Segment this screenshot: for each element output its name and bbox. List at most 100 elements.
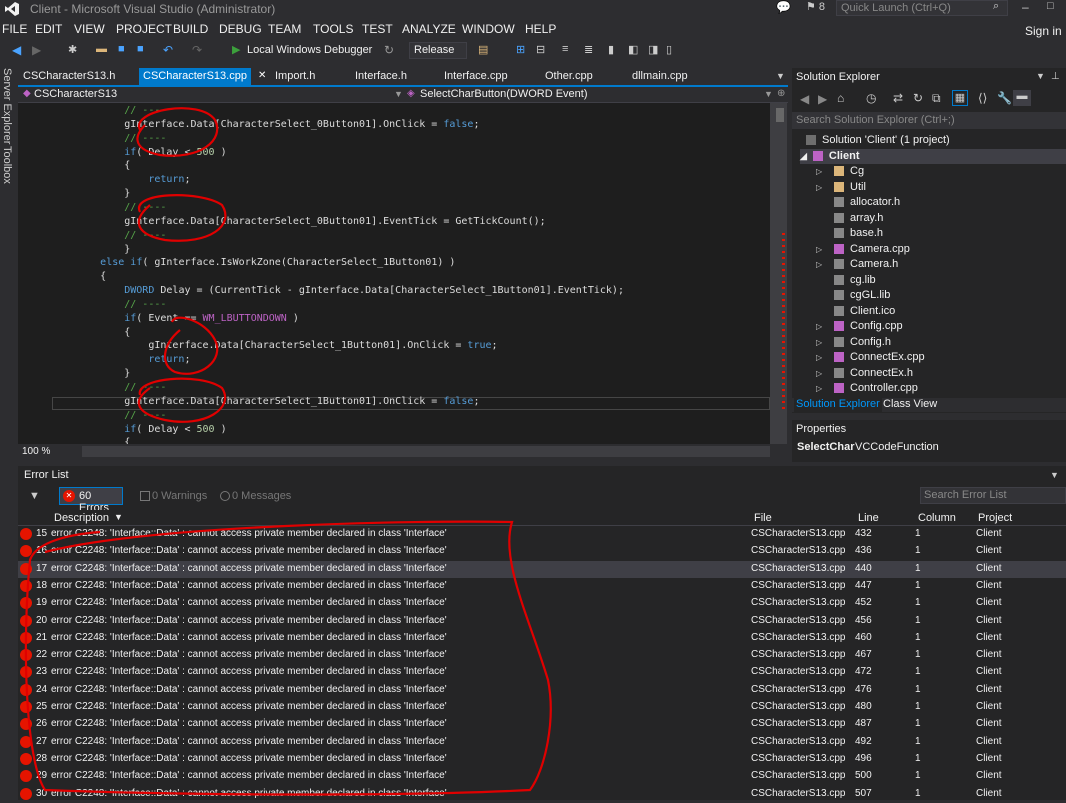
se-item[interactable]: array.h xyxy=(816,211,883,226)
split-icon[interactable]: ⊕ xyxy=(777,88,785,99)
open-folder-icon[interactable]: ▬ xyxy=(96,43,110,57)
project-node[interactable]: ◢ Client xyxy=(800,149,1066,164)
find-in-files-icon[interactable]: ▤ xyxy=(478,43,492,57)
menu-help[interactable]: HELP xyxy=(525,22,556,36)
minimize-icon[interactable]: – xyxy=(1022,0,1029,14)
menu-window[interactable]: WINDOW xyxy=(462,22,515,36)
hierarchy-icon[interactable]: ⊞ xyxy=(516,43,530,57)
se-item[interactable]: ▷ ConnectEx.h xyxy=(816,366,913,381)
error-row[interactable]: 15 error C2248: 'Interface::Data' : canno… xyxy=(18,526,1066,543)
error-row[interactable]: 18 error C2248: 'Interface::Data' : canno… xyxy=(18,578,1066,595)
bookmark-icon[interactable]: ▮ xyxy=(608,43,622,57)
menu-analyze[interactable]: ANALYZE xyxy=(402,22,456,36)
expand-arrow-icon[interactable]: ▷ xyxy=(816,164,834,179)
se-item[interactable]: base.h xyxy=(816,226,883,241)
menu-test[interactable]: TEST xyxy=(362,22,393,36)
scope-dropdown[interactable]: CSCharacterS13 xyxy=(34,88,117,100)
column-line[interactable]: Line xyxy=(858,512,879,524)
se-item[interactable]: ▷ ConnectEx.cpp xyxy=(816,350,925,365)
properties-wrench-icon[interactable]: 🔧 xyxy=(997,91,1012,105)
error-row[interactable]: 28 error C2248: 'Interface::Data' : canno… xyxy=(18,751,1066,768)
menu-team[interactable]: TEAM xyxy=(268,22,301,36)
save-icon[interactable]: ■ xyxy=(118,43,132,57)
tab-dropdown-icon[interactable]: ▼ xyxy=(776,71,785,81)
error-row[interactable]: 16 error C2248: 'Interface::Data' : canno… xyxy=(18,543,1066,560)
tab-class-view[interactable]: Class View xyxy=(883,398,937,410)
se-item[interactable]: cgGL.lib xyxy=(816,288,890,303)
expand-arrow-icon[interactable]: ▷ xyxy=(816,366,834,381)
maximize-icon[interactable]: □ xyxy=(1047,0,1054,12)
format-icon[interactable]: ⊟ xyxy=(536,43,550,57)
column-project[interactable]: Project xyxy=(978,512,1012,524)
preview-icon[interactable]: ▬ xyxy=(1013,90,1031,106)
menu-project[interactable]: PROJECT xyxy=(116,22,172,36)
error-row[interactable]: 26 error C2248: 'Interface::Data' : canno… xyxy=(18,716,1066,733)
run-icon[interactable]: ▶ xyxy=(232,43,246,57)
error-row[interactable]: 17 error C2248: 'Interface::Data' : canno… xyxy=(18,560,1066,578)
server-explorer-tab[interactable]: Server Explorer xyxy=(1,68,13,144)
column-file[interactable]: File xyxy=(754,512,772,524)
home-icon[interactable]: ⌂ xyxy=(837,91,844,105)
column-column[interactable]: Column xyxy=(918,512,956,524)
tab-cscharacters13-cpp[interactable]: CSCharacterS13.cpp xyxy=(139,68,251,85)
new-project-icon[interactable]: ✱ xyxy=(68,43,82,57)
feedback-icon[interactable]: 💬 xyxy=(776,0,791,14)
history-icon[interactable]: ◷ xyxy=(866,91,876,105)
error-row[interactable]: 21 error C2248: 'Interface::Data' : canno… xyxy=(18,630,1066,647)
error-list-dropdown-icon[interactable]: ▼ xyxy=(1050,470,1059,480)
se-item[interactable]: ▷ Camera.cpp xyxy=(816,242,910,257)
tab-dllmain-cpp[interactable]: dllmain.cpp xyxy=(632,70,688,82)
se-item[interactable]: Client.ico xyxy=(816,304,895,319)
se-item[interactable]: ▷ Camera.h xyxy=(816,257,898,272)
prev-bookmark-icon[interactable]: ◧ xyxy=(628,43,642,57)
run-debugger-button[interactable]: Local Windows Debugger xyxy=(247,44,372,56)
sign-in-link[interactable]: Sign in xyxy=(1025,24,1062,38)
expand-arrow-icon[interactable]: ▷ xyxy=(816,242,834,257)
error-list-search[interactable]: Search Error List xyxy=(920,487,1066,504)
undo-icon[interactable]: ↶ xyxy=(163,43,177,57)
se-item[interactable]: ▷ Config.h xyxy=(816,335,891,350)
tab-cscharacters13-h[interactable]: CSCharacterS13.h xyxy=(23,70,115,82)
quick-launch-input[interactable]: Quick Launch (Ctrl+Q) xyxy=(836,0,1008,16)
menu-view[interactable]: VIEW xyxy=(74,22,105,36)
notification-flag-icon[interactable]: ⚑ 8 xyxy=(806,0,825,13)
menu-edit[interactable]: EDIT xyxy=(35,22,62,36)
error-row[interactable]: 29 error C2248: 'Interface::Data' : canno… xyxy=(18,768,1066,785)
collapse-all-icon[interactable]: ⧉ xyxy=(932,91,941,106)
solution-explorer-search[interactable]: Search Solution Explorer (Ctrl+;) xyxy=(792,112,1066,129)
error-row[interactable]: 19 error C2248: 'Interface::Data' : canno… xyxy=(18,595,1066,612)
expand-arrow-icon[interactable]: ▷ xyxy=(816,257,834,272)
expand-arrow-icon[interactable]: ▷ xyxy=(816,180,834,195)
member-dropdown[interactable]: SelectCharButton(DWORD Event) xyxy=(420,88,588,100)
tab-interface-cpp[interactable]: Interface.cpp xyxy=(444,70,508,82)
se-item[interactable]: ▷ Util xyxy=(816,180,866,195)
uncomment-icon[interactable]: ≣ xyxy=(584,43,598,57)
se-item[interactable]: ▷ Config.cpp xyxy=(816,319,903,334)
expand-arrow-icon[interactable]: ▷ xyxy=(816,350,834,365)
se-back-icon[interactable]: ◀ xyxy=(800,92,809,106)
se-item[interactable]: ▷ Controller.cpp xyxy=(816,381,918,396)
warnings-filter-button[interactable]: 0 Warnings xyxy=(140,490,207,502)
se-item[interactable]: ▷ Cg xyxy=(816,164,864,179)
sync-icon[interactable]: ⇄ xyxy=(893,91,903,105)
solution-configuration-select[interactable]: Release xyxy=(409,42,467,59)
expand-arrow-icon[interactable]: ▷ xyxy=(816,335,834,350)
refresh-icon[interactable]: ↻ xyxy=(913,91,923,105)
error-row[interactable]: 23 error C2248: 'Interface::Data' : canno… xyxy=(18,664,1066,681)
scrollbar-thumb[interactable] xyxy=(776,108,784,122)
se-forward-icon[interactable]: ▶ xyxy=(818,92,827,106)
filter-icon[interactable]: ▼ xyxy=(29,490,40,502)
errors-filter-button[interactable]: ✕ 60 Errors xyxy=(59,487,123,514)
panel-dropdown-icon[interactable]: ▼ xyxy=(1036,71,1045,81)
messages-filter-button[interactable]: 0 Messages xyxy=(220,490,291,502)
forward-icon[interactable]: ▶ xyxy=(32,43,46,57)
expand-arrow-icon[interactable]: ▷ xyxy=(816,381,834,396)
redo-icon[interactable]: ↷ xyxy=(192,43,206,57)
menu-file[interactable]: FILE xyxy=(2,22,27,36)
solution-node[interactable]: Solution 'Client' (1 project) xyxy=(806,133,950,148)
show-all-files-icon[interactable]: ▦ xyxy=(952,90,968,106)
tab-import-h[interactable]: Import.h xyxy=(275,70,315,82)
pin-icon[interactable]: ⊥ xyxy=(1051,71,1060,82)
error-row[interactable]: 22 error C2248: 'Interface::Data' : canno… xyxy=(18,647,1066,664)
toolbox-tab[interactable]: Toolbox xyxy=(1,146,13,184)
